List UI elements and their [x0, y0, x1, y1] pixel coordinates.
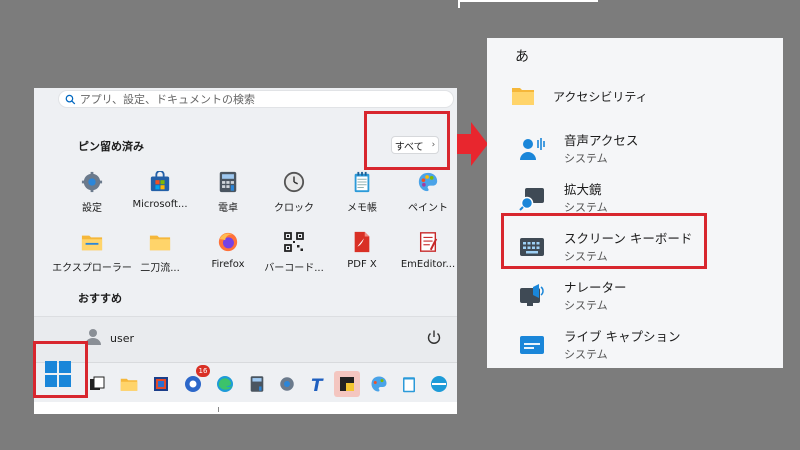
pinned-app-label: バーコード...: [264, 263, 324, 274]
folder-icon: [148, 230, 172, 254]
pinned-app-clock[interactable]: クロック: [258, 170, 330, 216]
user-name[interactable]: user: [110, 332, 134, 345]
app-entry-name: ナレーター: [564, 280, 627, 295]
explorer-icon[interactable]: [120, 375, 138, 393]
pinned-app-label: メモ帳: [347, 203, 377, 214]
arrow-right-icon: [457, 122, 488, 166]
top-border-line: [458, 0, 598, 2]
settings-icon: [80, 170, 104, 194]
pinned-app-pdfx[interactable]: PDF X: [326, 230, 398, 276]
pinned-app-notepad[interactable]: メモ帳: [326, 170, 398, 216]
pinned-app-firefox[interactable]: Firefox: [192, 230, 264, 276]
pinned-app-label: Microsoft...: [132, 199, 188, 210]
pinned-app-barcode[interactable]: バーコード...: [258, 230, 330, 276]
app-entry-voice-access[interactable]: 音声アクセス システム: [519, 130, 759, 170]
clock-icon: [282, 170, 306, 194]
sticky-notes-icon[interactable]: [334, 371, 360, 397]
pinned-app-paint[interactable]: ペイント: [392, 170, 457, 216]
pinned-app-emeditor[interactable]: EmEditor...: [392, 230, 457, 276]
task-view-icon[interactable]: [88, 375, 106, 393]
pinned-app-explorer[interactable]: エクスプローラー: [52, 230, 132, 276]
app-entry-sub: システム: [564, 299, 608, 312]
index-letter[interactable]: あ: [515, 46, 529, 66]
highlight-all-button: [364, 111, 450, 170]
paint-icon: [416, 170, 440, 194]
app-entry-name: 音声アクセス: [564, 133, 639, 148]
pinned-app-label: PDF X: [347, 259, 377, 270]
photo-app-icon[interactable]: [152, 375, 170, 393]
bottom-tick: [218, 407, 219, 412]
edge-icon[interactable]: [216, 375, 234, 393]
folder-icon: [512, 88, 534, 105]
app-entry-narrator[interactable]: ナレーター システム: [519, 277, 759, 317]
user-bar: user: [34, 316, 457, 362]
chrome-icon[interactable]: [184, 375, 202, 393]
store-icon: [148, 170, 172, 194]
pinned-app-store[interactable]: Microsoft...: [124, 170, 196, 216]
folder-label: アクセシビリティ: [553, 89, 648, 104]
emeditor-icon: [416, 230, 440, 254]
pinned-app-label: Firefox: [211, 259, 245, 270]
notepad-icon[interactable]: [400, 375, 418, 393]
power-icon[interactable]: [426, 329, 442, 345]
app-entry-name: ライブ キャプション: [564, 329, 681, 344]
pinned-app-label: 電卓: [218, 203, 238, 214]
settings-icon[interactable]: [278, 375, 296, 393]
svg-text:T: T: [311, 376, 324, 393]
live-captions-icon: [520, 336, 544, 354]
calculator-icon[interactable]: [248, 375, 266, 393]
highlight-on-screen-keyboard: [501, 213, 707, 269]
search-box[interactable]: [58, 90, 454, 108]
typora-icon[interactable]: T: [308, 375, 326, 393]
app-entry-live-captions[interactable]: ライブ キャプション システム: [519, 326, 759, 366]
pinned-app-folder[interactable]: 二刀流...: [124, 230, 196, 276]
app-entry-sub: システム: [564, 348, 608, 361]
pinned-app-label: エクスプローラー: [52, 263, 132, 274]
search-icon: [65, 94, 76, 104]
app-entry-name: 拡大鏡: [564, 182, 602, 197]
pinned-app-label: クロック: [274, 203, 314, 214]
taskbar: 16 T: [34, 362, 457, 402]
bottom-strip: [34, 402, 457, 414]
pdf-icon: [350, 230, 374, 254]
explorer-icon: [80, 230, 104, 254]
voice-access-icon: [520, 138, 545, 160]
app-entry-sub: システム: [564, 152, 608, 165]
notification-badge: 16: [196, 365, 210, 377]
recommended-title: おすすめ: [78, 292, 122, 305]
search-input[interactable]: [75, 92, 453, 106]
calculator-icon: [216, 170, 240, 194]
pinned-title: ピン留め済み: [78, 140, 144, 153]
top-border-tick: [458, 0, 460, 8]
paint-icon[interactable]: [370, 375, 388, 393]
firefox-icon: [216, 230, 240, 254]
pinned-app-label: 設定: [82, 203, 102, 214]
notepad-icon: [350, 170, 374, 194]
folder-accessibility[interactable]: アクセシビリティ: [511, 86, 648, 106]
browser-icon[interactable]: [430, 375, 448, 393]
magnifier-icon: [519, 188, 544, 211]
narrator-icon: [520, 284, 544, 306]
pinned-app-settings[interactable]: 設定: [56, 170, 128, 216]
pinned-app-label: EmEditor...: [400, 259, 456, 270]
qr-code-icon: [282, 230, 306, 254]
all-apps-panel: あ アクセシビリティ 音声アクセス システム 拡大鏡 システム スクリーン キー…: [487, 38, 783, 368]
pinned-app-calculator[interactable]: 電卓: [192, 170, 264, 216]
pinned-app-label: 二刀流...: [140, 263, 180, 274]
pinned-app-label: ペイント: [408, 203, 448, 214]
highlight-start-button: [33, 341, 88, 398]
